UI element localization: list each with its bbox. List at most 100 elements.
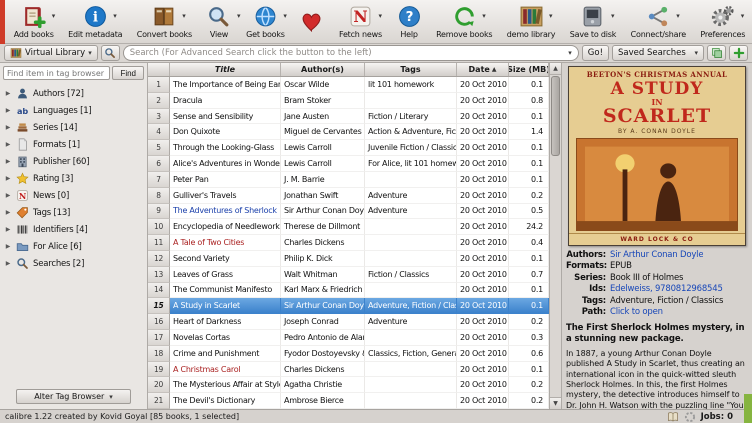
table-row[interactable]: 10Encyclopedia of NeedleworkTherese de D… bbox=[148, 219, 549, 235]
toolbar-button-get-books[interactable]: ▾Get books bbox=[241, 1, 289, 43]
dropdown-arrow-icon[interactable]: ▾ bbox=[676, 13, 680, 20]
book-cover[interactable]: BEETON'S CHRISTMAS ANNUAL A STUDY IN SCA… bbox=[568, 66, 746, 246]
toolbar-button-donate[interactable] bbox=[295, 1, 330, 43]
toolbar-button-add-books[interactable]: ▾Add books bbox=[9, 1, 58, 43]
dropdown-arrow-icon[interactable]: ▾ bbox=[549, 13, 553, 20]
toolbar-button-help[interactable]: ?Help bbox=[392, 1, 427, 43]
toolbar-button-view[interactable]: ▾View bbox=[202, 1, 237, 43]
tag-browser-item-for-alice[interactable]: ▶For Alice [6] bbox=[2, 238, 145, 255]
detail-value[interactable]: Click to open bbox=[610, 307, 663, 318]
expand-arrow-icon[interactable]: ▶ bbox=[4, 209, 12, 216]
detail-value[interactable]: Edelweiss, 9780812968545 bbox=[610, 284, 723, 295]
table-row[interactable]: 20The Mysterious Affair at StylesAgatha … bbox=[148, 377, 549, 393]
dropdown-arrow-icon[interactable]: ▾ bbox=[741, 13, 745, 20]
help-icon: ? bbox=[397, 4, 422, 29]
expand-arrow-icon[interactable]: ▶ bbox=[4, 158, 12, 165]
dropdown-arrow-icon[interactable]: ▾ bbox=[378, 13, 382, 20]
cell-authors: Therese de Dillmont bbox=[281, 219, 365, 235]
dropdown-arrow-icon[interactable]: ▾ bbox=[113, 13, 117, 20]
table-row[interactable]: 8Gulliver's TravelsJonathan SwiftAdventu… bbox=[148, 188, 549, 204]
column-header-date[interactable]: Date ▲ bbox=[457, 63, 509, 76]
cell-authors: J. M. Barrie bbox=[281, 172, 365, 188]
toolbar-button-library[interactable]: ▾demo library bbox=[502, 1, 560, 43]
add-saved-search-button[interactable] bbox=[729, 45, 748, 61]
jobs-spinner-icon[interactable] bbox=[684, 411, 696, 423]
column-header-rownum[interactable] bbox=[148, 63, 170, 76]
tag-browser-item-publisher[interactable]: ▶Publisher [60] bbox=[2, 153, 145, 170]
tag-browser-item-news[interactable]: ▶NNews [0] bbox=[2, 187, 145, 204]
copy-search-to-saved-button[interactable] bbox=[707, 45, 726, 61]
expand-arrow-icon[interactable]: ▶ bbox=[4, 192, 12, 199]
expand-arrow-icon[interactable]: ▶ bbox=[4, 243, 12, 250]
search-history-dropdown-icon[interactable]: ▾ bbox=[568, 49, 572, 57]
tag-browser-item-authors[interactable]: ▶Authors [72] bbox=[2, 85, 145, 102]
expand-arrow-icon[interactable]: ▶ bbox=[4, 141, 12, 148]
table-row[interactable]: 3Sense and SensibilityJane AustenFiction… bbox=[148, 109, 549, 125]
table-row[interactable]: 16Heart of DarknessJoseph ConradAdventur… bbox=[148, 314, 549, 330]
tag-browser-item-formats[interactable]: ▶Formats [1] bbox=[2, 136, 145, 153]
table-row[interactable]: 18Crime and PunishmentFyodor Dostoyevsky… bbox=[148, 346, 549, 362]
saved-searches-select[interactable]: Saved Searches ▾ bbox=[612, 45, 704, 61]
table-row[interactable]: 17Novelas CortasPedro Antonio de Alarcón… bbox=[148, 330, 549, 346]
cell-date: 20 Oct 2010 bbox=[457, 140, 509, 156]
virtual-library-button[interactable]: Virtual Library ▾ bbox=[4, 45, 98, 61]
toolbar-button-fetch-news[interactable]: N▾Fetch news bbox=[334, 1, 386, 43]
table-row[interactable]: 7Peter PanJ. M. Barrie20 Oct 20100.1 bbox=[148, 172, 549, 188]
expand-arrow-icon[interactable]: ▶ bbox=[4, 260, 12, 267]
dropdown-arrow-icon[interactable]: ▾ bbox=[237, 13, 241, 20]
table-row[interactable]: 9The Adventures of Sherlock ...Sir Arthu… bbox=[148, 204, 549, 220]
detail-value[interactable]: Sir Arthur Conan Doyle bbox=[610, 250, 703, 261]
table-row[interactable]: 4Don QuixoteMiguel de Cervantes Saa...Ac… bbox=[148, 124, 549, 140]
dropdown-arrow-icon[interactable]: ▾ bbox=[611, 13, 615, 20]
toolbar-button-convert-books[interactable]: ▾Convert books bbox=[132, 1, 197, 43]
dropdown-arrow-icon[interactable]: ▾ bbox=[52, 13, 56, 20]
table-row[interactable]: 5Through the Looking-GlassLewis CarrollJ… bbox=[148, 140, 549, 156]
dropdown-arrow-icon[interactable]: ▾ bbox=[182, 13, 186, 20]
table-row[interactable]: 12Second VarietyPhilip K. Dick20 Oct 201… bbox=[148, 251, 549, 267]
dropdown-arrow-icon[interactable]: ▾ bbox=[283, 13, 287, 20]
book-details-toggle-icon[interactable] bbox=[667, 411, 679, 423]
column-header-tags[interactable]: Tags bbox=[365, 63, 457, 76]
expand-arrow-icon[interactable]: ▶ bbox=[4, 226, 12, 233]
column-header-authors[interactable]: Author(s) bbox=[281, 63, 365, 76]
table-row[interactable]: 14The Communist ManifestoKarl Marx & Fri… bbox=[148, 283, 549, 299]
search-input[interactable] bbox=[130, 48, 566, 58]
tag-find-button[interactable]: Find bbox=[112, 66, 144, 80]
table-row[interactable]: 13Leaves of GrassWalt WhitmanFiction / C… bbox=[148, 267, 549, 283]
expand-arrow-icon[interactable]: ▶ bbox=[4, 175, 12, 182]
tag-browser-item-identifiers[interactable]: ▶Identifiers [4] bbox=[2, 221, 145, 238]
search-go-button[interactable]: Go! bbox=[582, 45, 609, 61]
toolbar-button-remove-books[interactable]: ▾Remove books bbox=[431, 1, 497, 43]
expand-arrow-icon[interactable]: ▶ bbox=[4, 90, 12, 97]
column-header-size[interactable]: Size (MB) bbox=[509, 63, 549, 76]
table-row[interactable]: 21The Devil's DictionaryAmbrose Bierce20… bbox=[148, 393, 549, 409]
table-row[interactable]: 6Alice's Adventures in Wonder...Lewis Ca… bbox=[148, 156, 549, 172]
table-row[interactable]: 2DraculaBram Stoker20 Oct 20100.8 bbox=[148, 93, 549, 109]
jobs-indicator[interactable]: Jobs: 0 bbox=[701, 412, 733, 422]
tag-find-input[interactable] bbox=[3, 66, 110, 80]
table-scrollbar[interactable]: ▲ ▼ bbox=[549, 63, 561, 409]
expand-arrow-icon[interactable]: ▶ bbox=[4, 124, 12, 131]
tag-browser-item-rating[interactable]: ▶Rating [3] bbox=[2, 170, 145, 187]
scroll-down-arrow-icon[interactable]: ▼ bbox=[550, 397, 561, 409]
toolbar-button-edit-metadata[interactable]: i▾Edit metadata bbox=[63, 1, 127, 43]
toolbar-button-save-to-disk[interactable]: ▾Save to disk bbox=[565, 1, 621, 43]
scrollbar-thumb[interactable] bbox=[551, 76, 560, 156]
toolbar-button-connect-share[interactable]: ▾Connect/share bbox=[626, 1, 691, 43]
dropdown-arrow-icon[interactable]: ▾ bbox=[482, 13, 486, 20]
scroll-up-arrow-icon[interactable]: ▲ bbox=[550, 63, 561, 75]
tag-browser-item-tags[interactable]: ▶Tags [13] bbox=[2, 204, 145, 221]
expand-arrow-icon[interactable]: ▶ bbox=[4, 107, 12, 114]
column-header-title[interactable]: Title bbox=[170, 63, 281, 76]
table-row[interactable]: 1The Importance of Being Ear...Oscar Wil… bbox=[148, 77, 549, 93]
advanced-search-button[interactable] bbox=[101, 45, 120, 61]
alter-tag-browser-button[interactable]: Alter Tag Browser ▾ bbox=[16, 389, 131, 404]
tag-browser-item-languages[interactable]: ▶abLanguages [1] bbox=[2, 102, 145, 119]
table-row[interactable]: 19A Christmas CarolCharles Dickens20 Oct… bbox=[148, 362, 549, 378]
tag-browser-item-searches[interactable]: ▶Searches [2] bbox=[2, 255, 145, 272]
tag-browser-item-series[interactable]: ▶Series [14] bbox=[2, 119, 145, 136]
table-row[interactable]: 11A Tale of Two CitiesCharles Dickens20 … bbox=[148, 235, 549, 251]
main-toolbar: ▾Add booksi▾Edit metadata▾Convert books▾… bbox=[0, 0, 752, 44]
table-row[interactable]: 15A Study in ScarletSir Arthur Conan Doy… bbox=[148, 298, 549, 314]
toolbar-button-preferences[interactable]: ▾Preferences bbox=[696, 1, 750, 43]
